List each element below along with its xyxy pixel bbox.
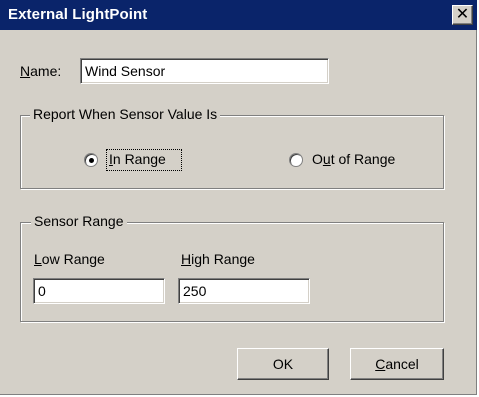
sensor-range-groupbox: [20, 222, 444, 322]
title-bar[interactable]: External LightPoint ✕: [0, 0, 477, 30]
ok-button[interactable]: OK: [237, 348, 329, 380]
in-range-label[interactable]: In Range: [109, 151, 166, 167]
cancel-button[interactable]: Cancel: [350, 348, 444, 380]
low-range-label: Low Range: [34, 251, 105, 267]
low-range-input[interactable]: 0: [33, 278, 165, 304]
name-input[interactable]: Wind Sensor: [80, 58, 329, 84]
out-of-range-label[interactable]: Out of Range: [312, 151, 395, 167]
external-lightpoint-dialog: External LightPoint ✕ Name: Wind Sensor …: [0, 0, 477, 395]
sensor-range-group-title: Sensor Range: [31, 213, 127, 229]
high-range-label: High Range: [181, 251, 255, 267]
close-button[interactable]: ✕: [452, 5, 473, 25]
in-range-radio[interactable]: [84, 153, 98, 167]
high-range-input[interactable]: 250: [178, 278, 310, 304]
close-icon: ✕: [455, 6, 470, 23]
name-label: Name:: [20, 63, 62, 79]
window-title: External LightPoint: [8, 6, 148, 23]
report-when-group-title: Report When Sensor Value Is: [30, 106, 221, 122]
radio-dot-icon: [89, 158, 94, 163]
out-of-range-radio[interactable]: [289, 153, 303, 167]
